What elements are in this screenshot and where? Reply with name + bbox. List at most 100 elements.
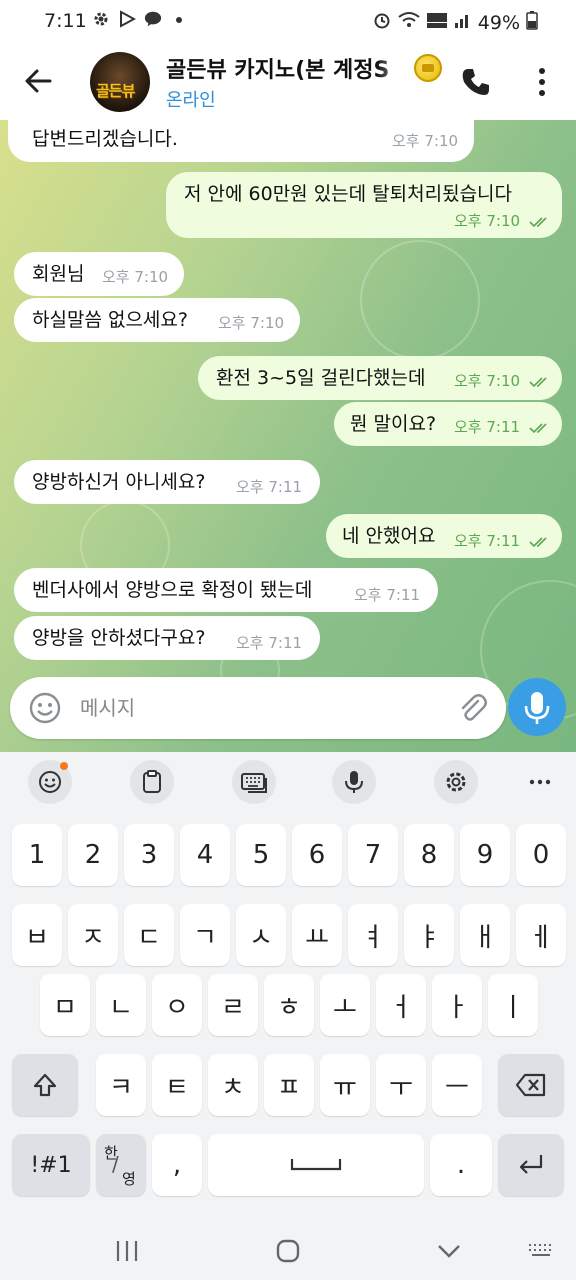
message-text: 저 안에 60만원 있는데 탈퇴처리됬습니다: [184, 183, 513, 205]
message-bubble[interactable]: 회원님 오후 7:10: [14, 252, 184, 296]
message-bubble[interactable]: 네 안했어요 오후 7:11: [326, 514, 562, 558]
key-ㅇ[interactable]: ㅇ: [152, 974, 202, 1036]
key-ㅁ[interactable]: ㅁ: [40, 974, 90, 1036]
mic-icon: [345, 771, 363, 793]
key-ㅊ[interactable]: ㅊ: [208, 1054, 258, 1116]
key-5[interactable]: 5: [236, 824, 286, 886]
space-key[interactable]: [208, 1134, 424, 1196]
backspace-key[interactable]: [498, 1054, 564, 1116]
message-bubble[interactable]: 뭔 말이요? 오후 7:11: [334, 402, 562, 446]
back-button[interactable]: [22, 64, 56, 98]
key-label: ㅏ: [445, 992, 469, 1023]
key-ㅏ[interactable]: ㅏ: [432, 974, 482, 1036]
symbols-key[interactable]: !#1: [12, 1134, 90, 1196]
key-ㅐ[interactable]: ㅐ: [460, 904, 510, 966]
message-input[interactable]: [80, 687, 440, 729]
navigation-bar: [0, 1222, 576, 1280]
key-ㅌ[interactable]: ㅌ: [152, 1054, 202, 1116]
keyboard-settings-button[interactable]: [434, 760, 478, 804]
avatar[interactable]: 골든뷰: [90, 52, 150, 112]
key-4[interactable]: 4: [180, 824, 230, 886]
hide-keyboard-button[interactable]: [434, 1236, 464, 1266]
key-ㅂ[interactable]: ㅂ: [12, 904, 62, 966]
home-button[interactable]: [273, 1236, 303, 1266]
period-key[interactable]: .: [430, 1134, 492, 1196]
enter-key[interactable]: [498, 1134, 564, 1196]
key-ㄴ[interactable]: ㄴ: [96, 974, 146, 1036]
key-ㅜ[interactable]: ㅜ: [376, 1054, 426, 1116]
key-ㅕ[interactable]: ㅕ: [348, 904, 398, 966]
shift-key[interactable]: [12, 1054, 78, 1116]
keyboard-emoji-button[interactable]: [28, 760, 72, 804]
message-time: 오후 7:10: [454, 212, 521, 230]
key-ㅈ[interactable]: ㅈ: [68, 904, 118, 966]
key-8[interactable]: 8: [404, 824, 454, 886]
key-ㅛ[interactable]: ㅛ: [292, 904, 342, 966]
more-vertical-icon: [539, 68, 545, 96]
chat-header: 골든뷰 골든뷰 카지노(본 계정S 온라인: [0, 44, 576, 120]
key-ㄹ[interactable]: ㄹ: [208, 974, 258, 1036]
key-3[interactable]: 3: [124, 824, 174, 886]
key-label: ㅛ: [305, 922, 329, 953]
key-ㅋ[interactable]: ㅋ: [96, 1054, 146, 1116]
message-bubble[interactable]: 양방을 안하셨다구요? 오후 7:11: [14, 616, 320, 660]
double-check-icon: [529, 536, 547, 547]
key-label: ㄱ: [193, 922, 217, 953]
comma-key[interactable]: ,: [152, 1134, 202, 1196]
chat-area[interactable]: 답변드리겠습니다. 오후 7:10 저 안에 60만원 있는데 탈퇴처리됬습니다…: [0, 120, 576, 752]
message-bubble[interactable]: 양방하신거 아니세요? 오후 7:11: [14, 460, 320, 504]
key-ㅠ[interactable]: ㅠ: [320, 1054, 370, 1116]
keyboard-clipboard-button[interactable]: [130, 760, 174, 804]
key-9[interactable]: 9: [460, 824, 510, 886]
call-button[interactable]: [460, 66, 492, 98]
key-2[interactable]: 2: [68, 824, 118, 886]
message-text: 네 안했어요: [342, 525, 436, 547]
chat-title[interactable]: 골든뷰 카지노(본 계정S: [166, 52, 414, 84]
recent-apps-button[interactable]: [112, 1236, 142, 1266]
key-label: .: [456, 1150, 466, 1180]
key-ㅎ[interactable]: ㅎ: [264, 974, 314, 1036]
message-bubble[interactable]: 답변드리겠습니다. 오후 7:10: [8, 120, 474, 162]
message-bubble[interactable]: 저 안에 60만원 있는데 탈퇴처리됬습니다 오후 7:10: [166, 172, 562, 238]
key-label: ㅠ: [333, 1072, 357, 1103]
talk-icon: [144, 10, 162, 28]
message-time: 오후 7:10: [454, 372, 521, 390]
phone-icon: [462, 69, 489, 95]
key-ㅗ[interactable]: ㅗ: [320, 974, 370, 1036]
key-1[interactable]: 1: [12, 824, 62, 886]
key-ㄷ[interactable]: ㄷ: [124, 904, 174, 966]
attach-button[interactable]: [456, 691, 490, 725]
home-icon: [276, 1239, 300, 1263]
key-label: ㅌ: [165, 1072, 189, 1103]
key-ㅡ[interactable]: ㅡ: [432, 1054, 482, 1116]
message-text: 뭔 말이요?: [350, 413, 437, 435]
key-ㅔ[interactable]: ㅔ: [516, 904, 566, 966]
message-bubble[interactable]: 벤더사에서 양방으로 확정이 됐는데 오후 7:11: [14, 568, 438, 612]
key-7[interactable]: 7: [348, 824, 398, 886]
space-icon: [290, 1159, 342, 1171]
keyboard-switch-button[interactable]: [526, 1236, 556, 1266]
key-ㄱ[interactable]: ㄱ: [180, 904, 230, 966]
online-status: 온라인: [166, 90, 216, 111]
key-6[interactable]: 6: [292, 824, 342, 886]
recent-apps-icon: [116, 1241, 138, 1261]
keyboard-mode-button[interactable]: [232, 760, 276, 804]
key-ㅓ[interactable]: ㅓ: [376, 974, 426, 1036]
key-ㅣ[interactable]: ㅣ: [488, 974, 538, 1036]
message-text: 벤더사에서 양방으로 확정이 됐는데: [32, 579, 313, 601]
key-0[interactable]: 0: [516, 824, 566, 886]
message-bubble[interactable]: 하실말씀 없으세요? 오후 7:10: [14, 298, 300, 342]
more-options-button[interactable]: [528, 66, 556, 98]
keyboard-voice-button[interactable]: [332, 760, 376, 804]
keyboard-more-button[interactable]: [518, 760, 562, 804]
message-bubble[interactable]: 환전 3~5일 걸린다했는데 오후 7:10: [198, 356, 562, 400]
key-label: 1: [28, 840, 46, 870]
language-key[interactable]: 한 / 영: [96, 1134, 146, 1196]
emoji-button[interactable]: [28, 691, 62, 725]
key-label: !#1: [30, 1152, 72, 1178]
key-ㅅ[interactable]: ㅅ: [236, 904, 286, 966]
key-ㅍ[interactable]: ㅍ: [264, 1054, 314, 1116]
key-label: ㅓ: [389, 992, 413, 1023]
key-ㅑ[interactable]: ㅑ: [404, 904, 454, 966]
voice-record-button[interactable]: [508, 678, 566, 736]
